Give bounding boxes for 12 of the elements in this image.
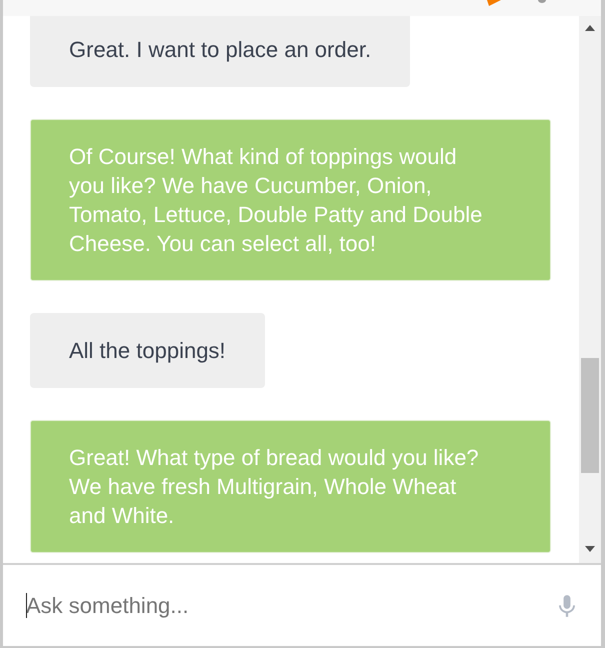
pointer-icon[interactable] [487,0,501,6]
scroll-down-arrow-icon[interactable] [585,546,595,552]
scrollbar-thumb[interactable] [581,358,599,473]
text-cursor [26,592,27,618]
microphone-icon[interactable] [559,594,575,616]
scrollbar-track[interactable] [579,16,601,563]
bot-message-bubble: Of Course! What kind of toppings would you like? We have Cucumber, Onion, Tomato, Lettuce, Double Patty and Double Cheese. You can select all, too! [30,119,551,281]
user-message-bubble: Great. I want to place an order. [30,16,410,87]
scroll-up-arrow-icon[interactable] [585,25,595,31]
user-message-bubble: All the toppings! [30,313,265,388]
bot-message-bubble: Great! What type of bread would you like? We have fresh Multigrain, Whole Wheat and White. [30,420,551,553]
message-input[interactable]: Ask something... [26,590,559,620]
